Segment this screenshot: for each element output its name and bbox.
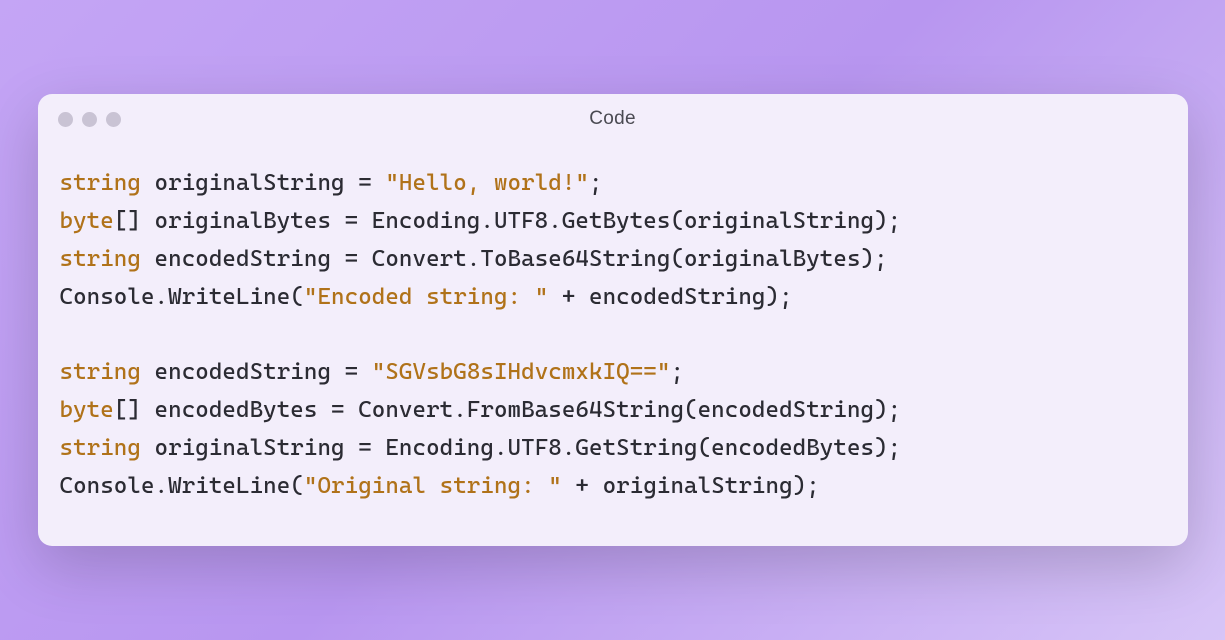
code-token: Console.WriteLine(	[60, 284, 304, 310]
code-token: [] encodedBytes = Convert.FromBase64Stri…	[114, 397, 901, 423]
code-content: string originalString = "Hello, world!";…	[38, 137, 1188, 546]
code-line: string encodedString = Convert.ToBase64S…	[60, 241, 1166, 279]
code-token: ;	[670, 359, 684, 385]
code-token: originalString = Encoding.UTF8.GetString…	[141, 435, 901, 461]
code-token: "Original string: "	[304, 473, 562, 499]
window-titlebar: Code	[38, 94, 1188, 137]
code-token: string	[60, 246, 141, 272]
code-line: Console.WriteLine("Original string: " + …	[60, 468, 1166, 506]
minimize-icon[interactable]	[82, 112, 97, 127]
code-token: + originalString);	[562, 473, 820, 499]
code-token: encodedString = Convert.ToBase64String(o…	[141, 246, 888, 272]
code-line: string encodedString = "SGVsbG8sIHdvcmxk…	[60, 354, 1166, 392]
code-line	[60, 317, 1166, 355]
code-token: "Hello, world!"	[385, 170, 589, 196]
code-token: originalString =	[141, 170, 385, 196]
traffic-lights	[58, 112, 121, 127]
code-token: Console.WriteLine(	[60, 473, 304, 499]
code-line: string originalString = "Hello, world!";	[60, 165, 1166, 203]
code-token: [] originalBytes = Encoding.UTF8.GetByte…	[114, 208, 901, 234]
code-token: string	[60, 170, 141, 196]
code-token: byte	[60, 397, 114, 423]
code-token: "SGVsbG8sIHdvcmxkIQ=="	[372, 359, 671, 385]
code-token: string	[60, 435, 141, 461]
code-token: byte	[60, 208, 114, 234]
code-token: encodedString =	[141, 359, 372, 385]
code-line: byte[] encodedBytes = Convert.FromBase64…	[60, 392, 1166, 430]
window-title: Code	[589, 108, 636, 130]
code-token: + encodedString);	[548, 284, 792, 310]
code-token: "Encoded string: "	[304, 284, 548, 310]
close-icon[interactable]	[58, 112, 73, 127]
maximize-icon[interactable]	[106, 112, 121, 127]
code-line: Console.WriteLine("Encoded string: " + e…	[60, 279, 1166, 317]
code-token: ;	[589, 170, 603, 196]
code-line: byte[] originalBytes = Encoding.UTF8.Get…	[60, 203, 1166, 241]
code-token: string	[60, 359, 141, 385]
code-line: string originalString = Encoding.UTF8.Ge…	[60, 430, 1166, 468]
code-window: Code string originalString = "Hello, wor…	[38, 94, 1188, 546]
